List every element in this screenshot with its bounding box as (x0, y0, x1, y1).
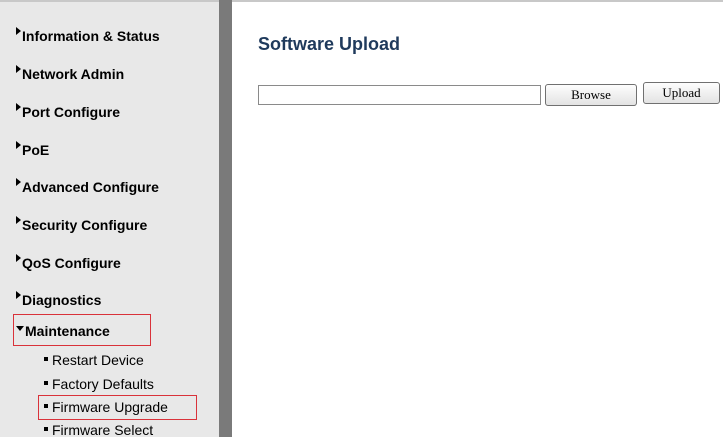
upload-button[interactable]: Upload (643, 82, 720, 104)
sidebar-item-label: PoE (22, 142, 50, 158)
caret-down-icon (16, 326, 24, 331)
browse-button[interactable]: Browse (545, 84, 637, 106)
sidebar-subitem-label: Firmware Select (52, 422, 154, 437)
sidebar-item-label: Network Admin (22, 66, 125, 82)
sidebar-item-label: Security Configure (22, 217, 148, 233)
sidebar-subitem-label: Factory Defaults (52, 376, 154, 392)
file-path-input[interactable] (258, 85, 541, 105)
caret-right-icon (16, 254, 21, 262)
sidebar-item-diagnostics[interactable]: Diagnostics (16, 291, 101, 309)
bullet-icon (44, 404, 48, 408)
sidebar-subitem-firmware-upgrade[interactable]: Firmware Upgrade (44, 398, 168, 416)
sidebar-item-label: Port Configure (22, 104, 120, 120)
sidebar-subitem-label: Firmware Upgrade (52, 399, 168, 415)
sidebar-item-qos-configure[interactable]: QoS Configure (16, 254, 121, 272)
sidebar-item-poe[interactable]: PoE (16, 141, 49, 159)
bullet-icon (44, 427, 48, 431)
sidebar-item-information-status[interactable]: Information & Status (16, 27, 160, 45)
sidebar-item-label: Maintenance (25, 323, 110, 339)
frame-divider[interactable] (219, 0, 232, 437)
caret-right-icon (16, 216, 21, 224)
sidebar-item-network-admin[interactable]: Network Admin (16, 65, 124, 83)
sidebar-item-maintenance[interactable]: Maintenance (16, 322, 110, 340)
main-content: Software Upload Browse Upload (232, 2, 723, 437)
caret-right-icon (16, 65, 21, 73)
sidebar-subitem-restart-device[interactable]: Restart Device (44, 351, 144, 369)
sidebar-item-security-configure[interactable]: Security Configure (16, 216, 147, 234)
sidebar-item-advanced-configure[interactable]: Advanced Configure (16, 178, 159, 196)
sidebar-subitem-factory-defaults[interactable]: Factory Defaults (44, 375, 154, 393)
bullet-icon (44, 381, 48, 385)
page-title: Software Upload (258, 34, 401, 54)
sidebar-item-label: Diagnostics (22, 292, 102, 308)
sidebar-item-label: Advanced Configure (22, 179, 159, 195)
sidebar: Information & Status Network Admin Port … (0, 2, 219, 437)
sidebar-item-label: Information & Status (22, 28, 160, 44)
caret-right-icon (16, 27, 21, 35)
bullet-icon (44, 357, 48, 361)
sidebar-subitem-firmware-select[interactable]: Firmware Select (44, 421, 153, 437)
caret-right-icon (16, 291, 21, 299)
caret-right-icon (16, 103, 21, 111)
sidebar-subitem-label: Restart Device (52, 352, 144, 368)
sidebar-item-label: QoS Configure (22, 255, 121, 271)
sidebar-item-port-configure[interactable]: Port Configure (16, 103, 120, 121)
caret-right-icon (16, 141, 21, 149)
caret-right-icon (16, 178, 21, 186)
